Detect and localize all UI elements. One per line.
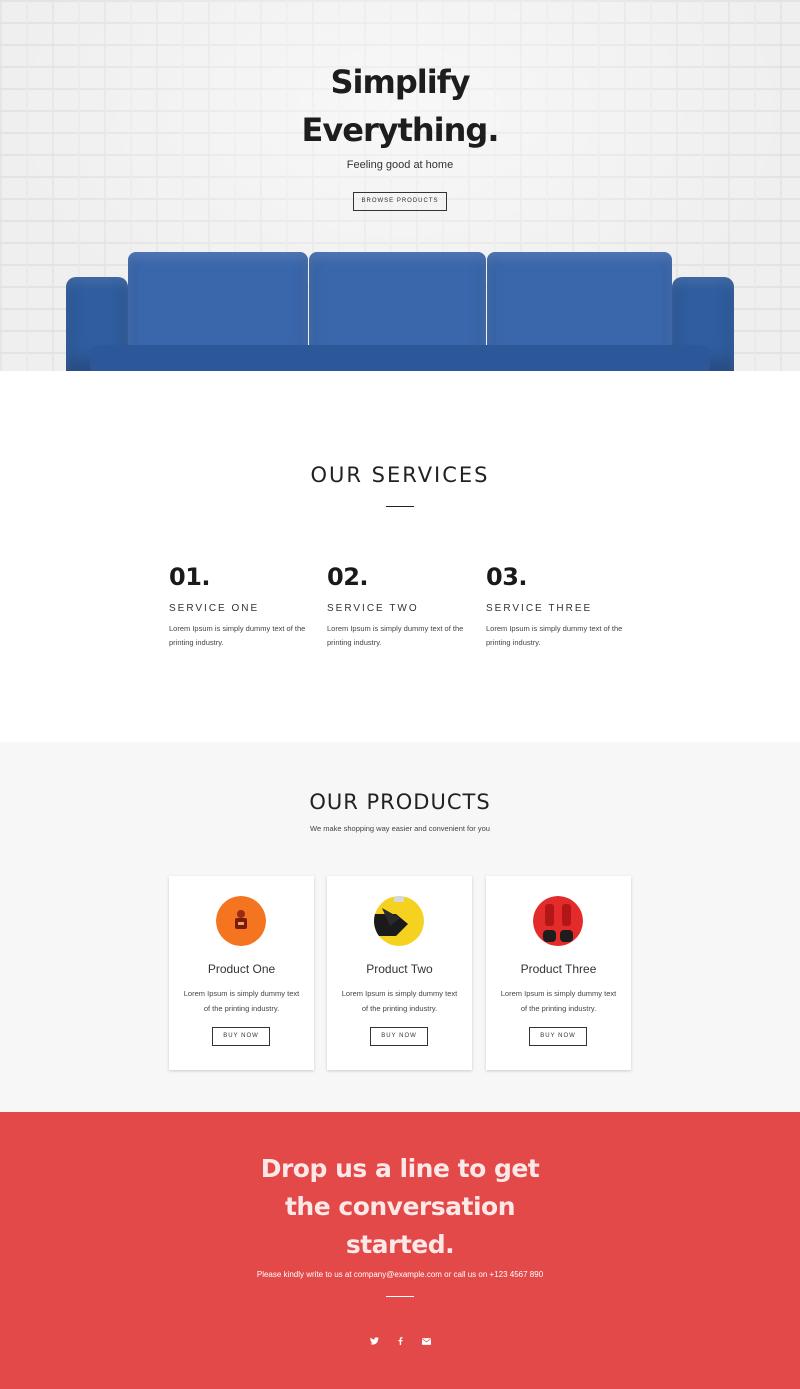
service-name: SERVICE THREE [486,603,593,614]
product-name: Product One [207,962,276,976]
buy-now-button[interactable]: BUY NOW [370,1027,428,1046]
sofa-image [0,0,800,371]
hero-title: Simplify Everything. [0,58,800,154]
facebook-icon[interactable] [394,1335,406,1347]
buy-now-button[interactable]: BUY NOW [529,1027,587,1046]
product-two-image[interactable] [374,896,424,946]
hero-title-line2: Everything. [301,111,500,149]
product-three-image[interactable] [533,896,583,946]
contact-divider [386,1296,414,1297]
buy-now-button[interactable]: BUY NOW [212,1027,270,1046]
service-description: Lorem Ipsum is simply dummy text of the … [486,624,623,647]
service-name: SERVICE ONE [169,603,260,614]
social-links [368,1335,432,1347]
services-section: OUR SERVICES 01. SERVICE ONE Lorem Ipsum… [0,371,800,742]
service-number: 01. [169,563,211,591]
services-divider [386,506,414,507]
service-item: 01. SERVICE ONE Lorem Ipsum is simply du… [169,563,309,650]
product-description: Lorem Ipsum is simply dummy text of the … [500,989,617,1013]
twitter-icon[interactable] [368,1335,380,1347]
product-name: Product Two [366,962,433,976]
product-one-image[interactable] [216,896,266,946]
sofa-seat [90,345,710,371]
service-item: 03. SERVICE THREE Lorem Ipsum is simply … [486,563,626,650]
product-card: Product Two Lorem Ipsum is simply dummy … [327,876,472,1070]
product-name: Product Three [520,962,597,976]
product-card: Product Three Lorem Ipsum is simply dumm… [486,876,631,1070]
contact-section: Drop us a line to get the conversation s… [0,1112,800,1389]
hero-subtitle: Feeling good at home [346,159,454,171]
products-subtitle: We make shopping way easier and convenie… [310,824,490,833]
contact-title: Drop us a line to get the conversation s… [260,1154,540,1259]
service-name: SERVICE TWO [327,603,419,614]
product-description: Lorem Ipsum is simply dummy text of the … [183,989,300,1013]
email-icon[interactable] [420,1335,432,1347]
products-section: OUR PRODUCTS We make shopping way easier… [0,742,800,1112]
hero-section: Simplify Everything. Feeling good at hom… [0,0,800,371]
service-item: 02. SERVICE TWO Lorem Ipsum is simply du… [327,563,467,650]
browse-products-button[interactable]: BROWSE PRODUCTS [353,192,447,211]
service-number: 03. [486,563,528,591]
products-title: OUR PRODUCTS [309,790,491,814]
service-description: Lorem Ipsum is simply dummy text of the … [327,624,464,647]
contact-subtitle: Please kindly write to us at company@exa… [256,1270,544,1279]
service-description: Lorem Ipsum is simply dummy text of the … [169,624,306,647]
product-description: Lorem Ipsum is simply dummy text of the … [341,989,458,1013]
services-title: OUR SERVICES [310,463,490,487]
hero-title-line1: Simplify [330,63,471,101]
service-number: 02. [327,563,369,591]
product-card: Product One Lorem Ipsum is simply dummy … [169,876,314,1070]
